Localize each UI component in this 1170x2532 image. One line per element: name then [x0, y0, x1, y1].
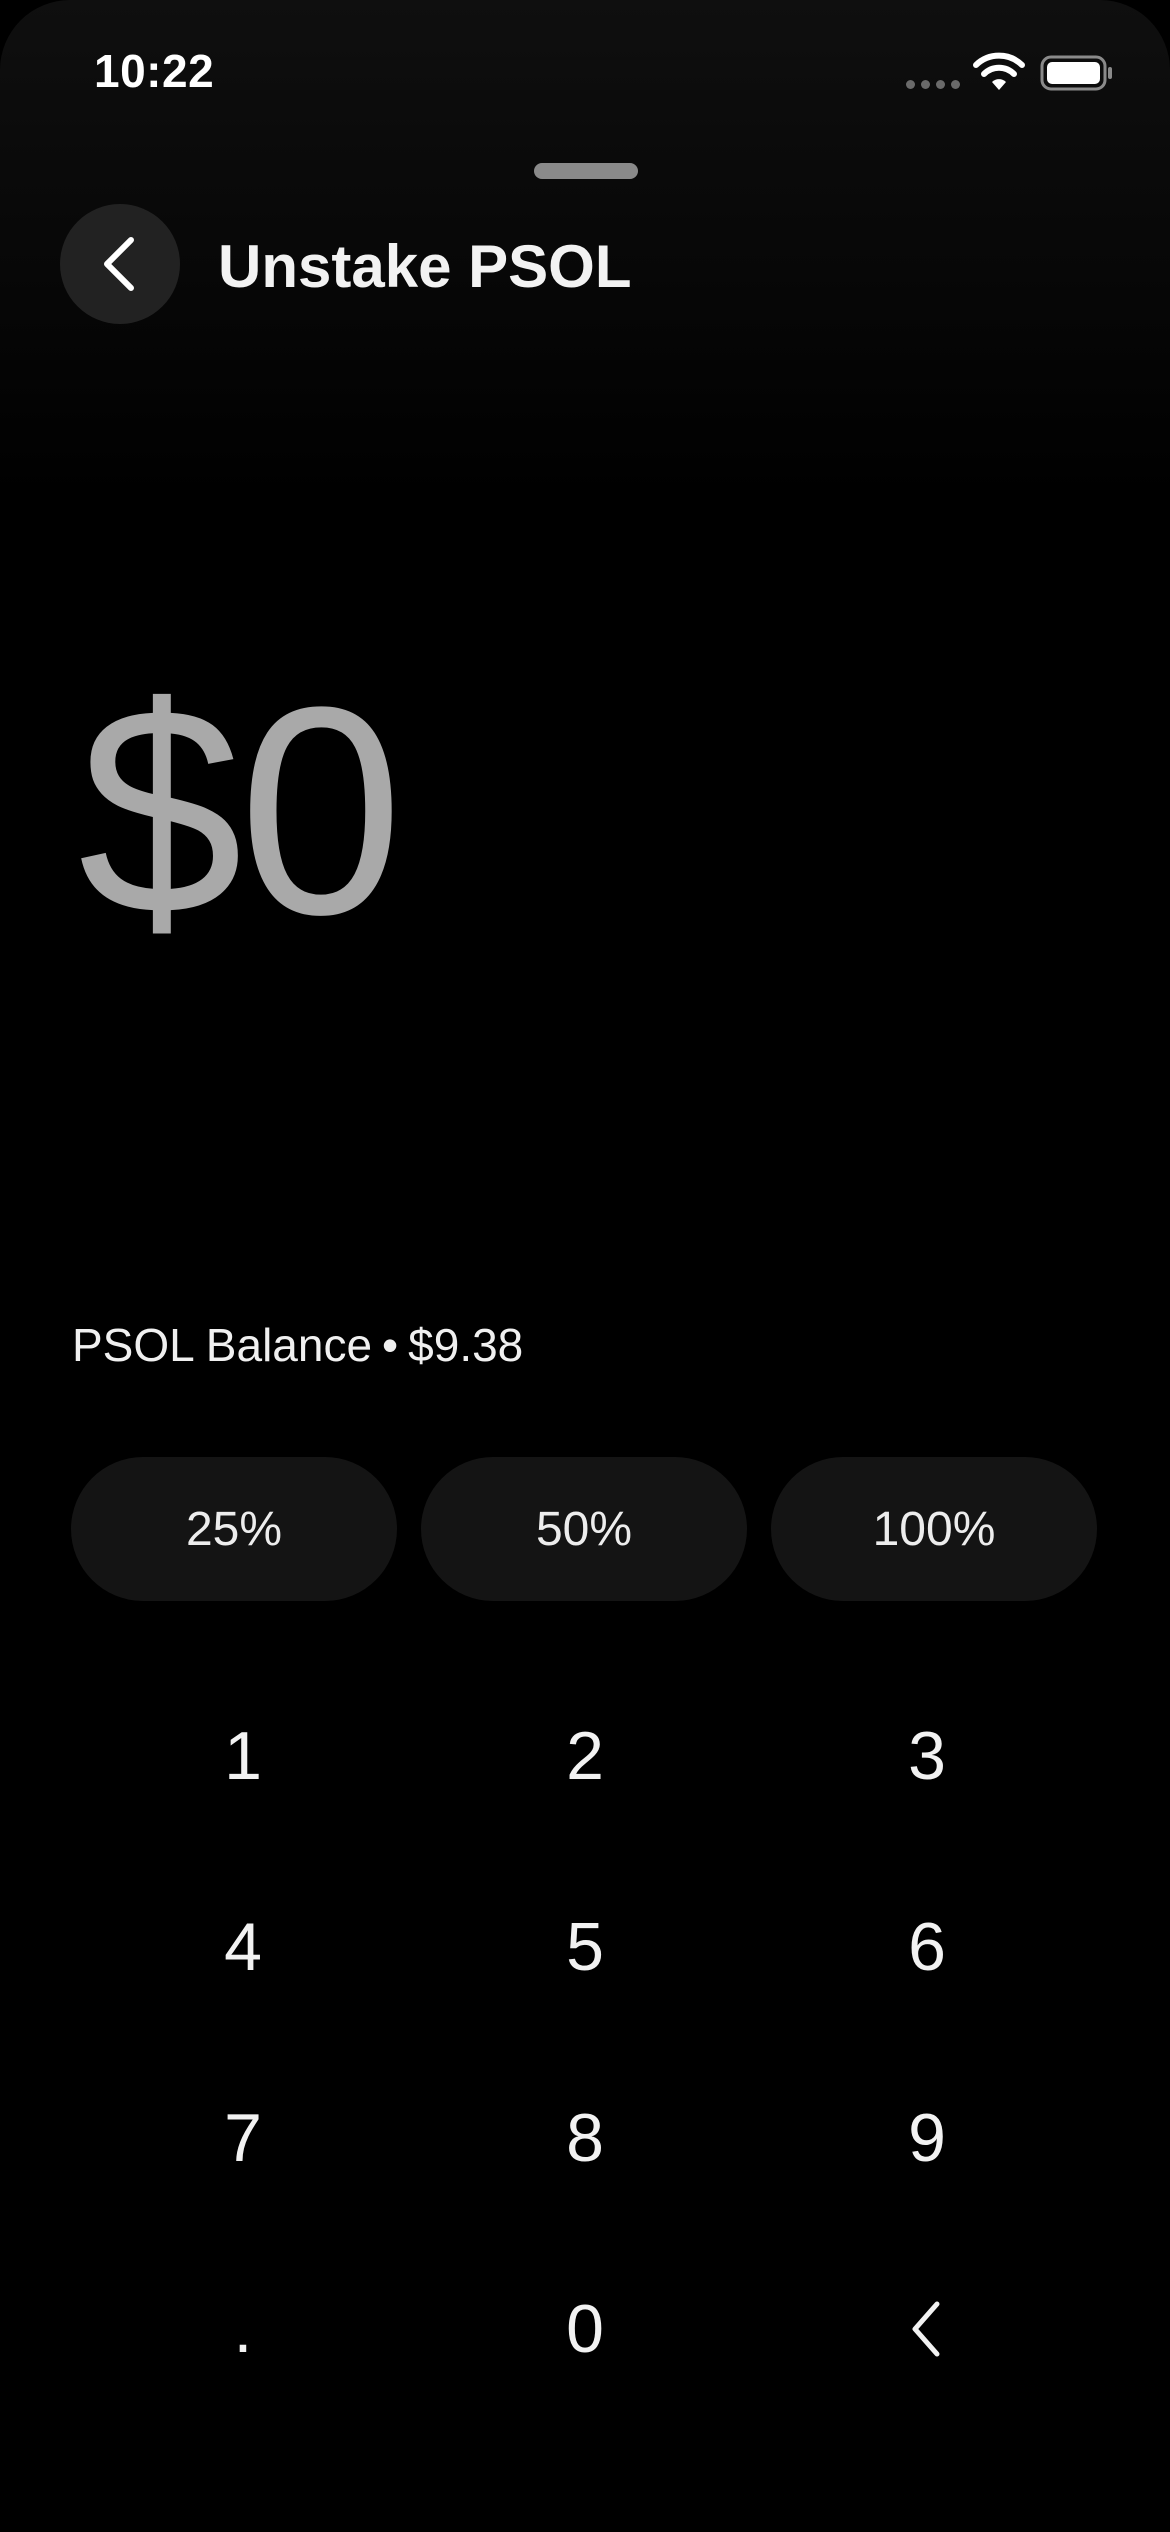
key-3[interactable]: 3: [756, 1660, 1098, 1851]
backspace-key[interactable]: [756, 2233, 1098, 2424]
key-2[interactable]: 2: [414, 1660, 756, 1851]
key-5[interactable]: 5: [414, 1851, 756, 2042]
key-9[interactable]: 9: [756, 2042, 1098, 2233]
battery-icon: [1040, 55, 1112, 91]
key-7[interactable]: 7: [72, 2042, 414, 2233]
sheet-grabber[interactable]: [534, 163, 638, 179]
back-button[interactable]: [60, 204, 180, 324]
balance-value: $9.38: [408, 1319, 524, 1371]
numeric-keypad: 1 2 3 4 5 6 7 8 9 . 0: [0, 1660, 1170, 2424]
chevron-left-icon: [104, 237, 134, 291]
key-8[interactable]: 8: [414, 2042, 756, 2233]
percent-50-button[interactable]: 50%: [421, 1457, 747, 1601]
balance-separator: •: [382, 1319, 399, 1371]
chevron-left-icon: [912, 2301, 940, 2356]
key-4[interactable]: 4: [72, 1851, 414, 2042]
balance-label: PSOL Balance: [72, 1319, 373, 1371]
key-decimal[interactable]: .: [72, 2233, 414, 2424]
page-title: Unstake PSOL: [218, 233, 632, 300]
key-0[interactable]: 0: [414, 2233, 756, 2424]
percent-buttons: 25% 50% 100%: [71, 1457, 1097, 1601]
amount-display: $0: [78, 645, 403, 976]
cellular-signal-icon: [906, 80, 960, 89]
balance-line: PSOL Balance • $9.38: [72, 1318, 523, 1372]
wifi-icon: [973, 52, 1025, 90]
unstake-sheet: 10:22 Unstake PSOL $0 PSOL Balance • $9.38…: [0, 0, 1170, 2532]
percent-100-button[interactable]: 100%: [771, 1457, 1097, 1601]
screen: 10:22 Unstake PSOL $0 PSOL Balance • $9.38…: [0, 0, 1170, 2532]
key-6[interactable]: 6: [756, 1851, 1098, 2042]
key-1[interactable]: 1: [72, 1660, 414, 1851]
percent-25-button[interactable]: 25%: [71, 1457, 397, 1601]
status-time: 10:22: [94, 45, 215, 97]
